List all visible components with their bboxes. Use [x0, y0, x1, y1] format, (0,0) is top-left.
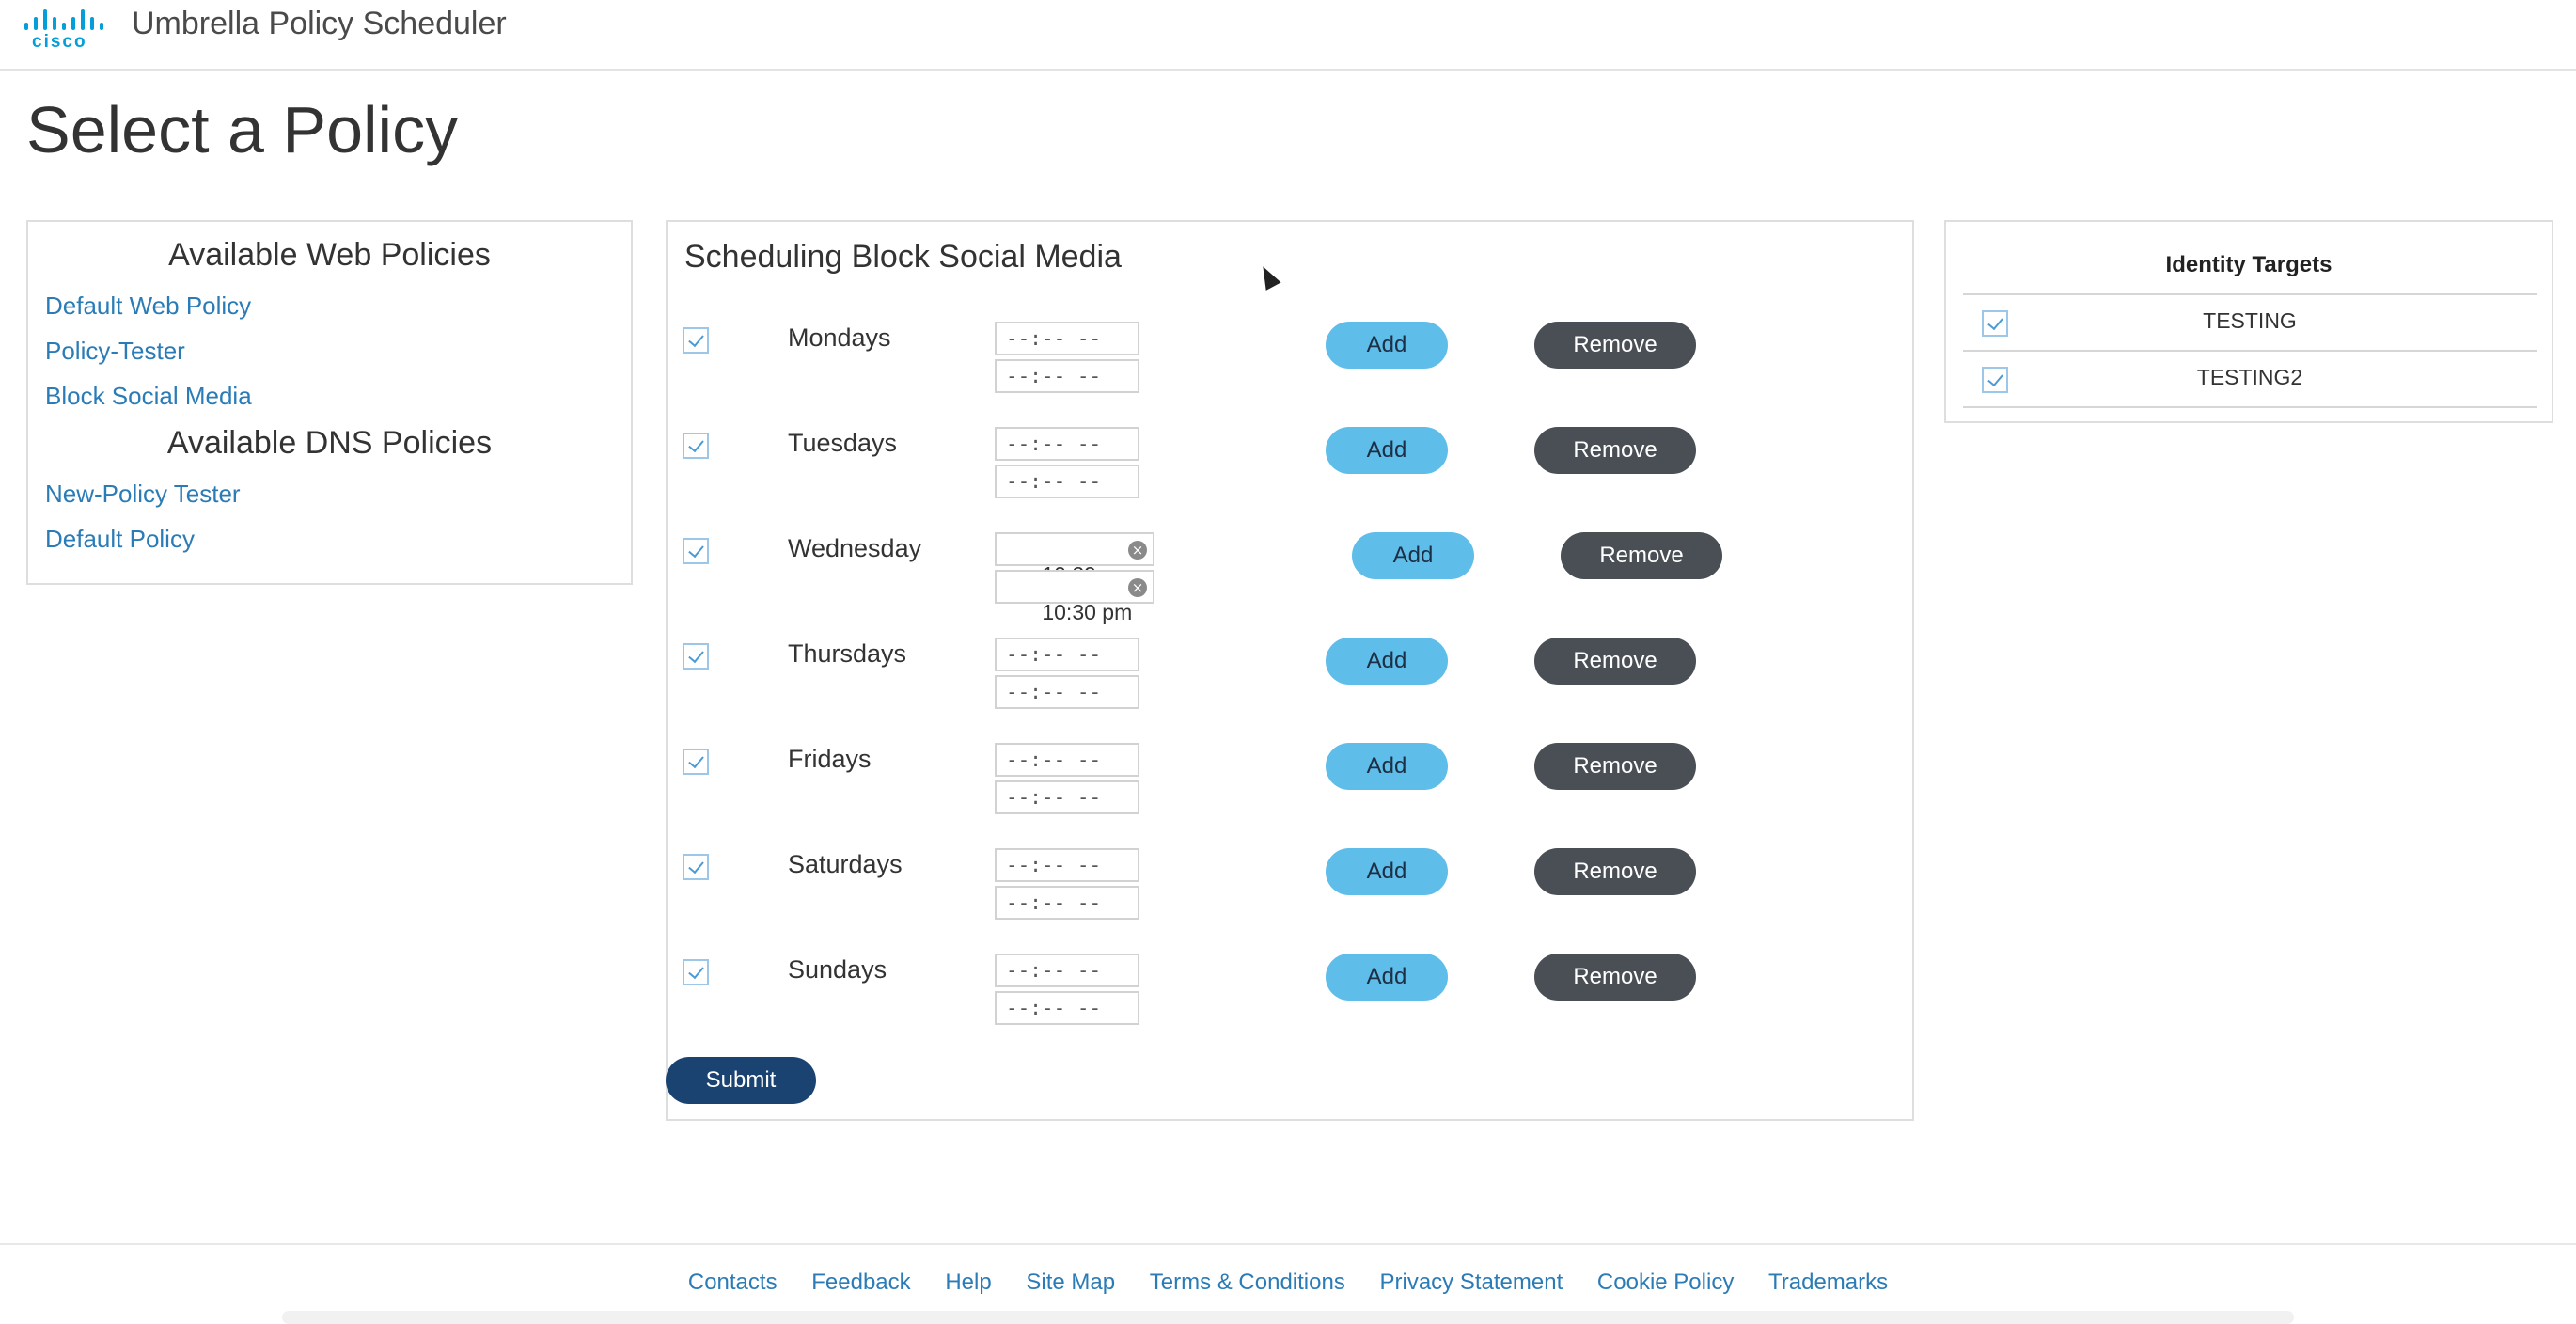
cisco-wordmark: cisco	[32, 32, 87, 52]
end-time-input-monday[interactable]: --:-- --	[995, 359, 1139, 393]
day-row-tuesday: Tuesdays --:-- -- --:-- -- Add Remove	[668, 427, 1912, 530]
remove-button-tuesday[interactable]: Remove	[1534, 427, 1696, 474]
available-policies-panel: Available Web Policies Default Web Polic…	[26, 220, 633, 585]
end-time-input-saturday[interactable]: --:-- --	[995, 886, 1139, 920]
identity-divider	[1963, 406, 2537, 408]
add-button-saturday[interactable]: Add	[1326, 848, 1448, 895]
identity-row-testing: TESTING	[1963, 295, 2537, 350]
day-row-friday: Fridays --:-- -- --:-- -- Add Remove	[668, 743, 1912, 846]
day-checkbox-monday[interactable]	[683, 327, 709, 354]
day-checkbox-tuesday[interactable]	[683, 433, 709, 459]
identity-name-testing: TESTING	[2203, 308, 2297, 333]
cisco-logo[interactable]: cisco	[24, 8, 105, 52]
identity-row-testing2: TESTING2	[1963, 352, 2537, 406]
day-row-monday: Mondays --:-- -- --:-- -- Add Remove	[668, 322, 1912, 425]
footer-link-feedback[interactable]: Feedback	[811, 1269, 910, 1295]
scheduler-panel: Scheduling Block Social Media Mondays --…	[666, 220, 1914, 1121]
day-label-friday: Fridays	[788, 745, 872, 773]
policy-link-policy-tester[interactable]: Policy-Tester	[45, 337, 185, 366]
footer-links: Contacts Feedback Help Site Map Terms & …	[0, 1269, 2576, 1296]
page-footer: Contacts Feedback Help Site Map Terms & …	[0, 1243, 2576, 1324]
remove-button-friday[interactable]: Remove	[1534, 743, 1696, 790]
cisco-logo-bars-icon	[24, 8, 105, 30]
clear-icon[interactable]: ×	[1128, 541, 1147, 560]
dns-policies-heading: Available DNS Policies	[166, 425, 493, 461]
app-title: Umbrella Policy Scheduler	[132, 6, 507, 41]
day-row-saturday: Saturdays --:-- -- --:-- -- Add Remove	[668, 848, 1912, 952]
remove-button-wednesday[interactable]: Remove	[1561, 532, 1722, 579]
policy-link-default-policy[interactable]: Default Policy	[45, 525, 195, 554]
day-label-sunday: Sundays	[788, 955, 887, 984]
add-button-thursday[interactable]: Add	[1326, 638, 1448, 685]
day-checkbox-sunday[interactable]	[683, 959, 709, 985]
footer-link-help[interactable]: Help	[945, 1269, 991, 1295]
web-policies-heading: Available Web Policies	[168, 237, 491, 273]
identity-targets-panel: Identity Targets TESTING TESTING2	[1944, 220, 2553, 423]
policy-link-default-web[interactable]: Default Web Policy	[45, 292, 251, 321]
footer-link-terms[interactable]: Terms & Conditions	[1150, 1269, 1345, 1295]
day-label-thursday: Thursdays	[788, 639, 907, 668]
start-time-input-thursday[interactable]: --:-- --	[995, 638, 1139, 671]
end-time-input-tuesday[interactable]: --:-- --	[995, 465, 1139, 498]
start-time-input-tuesday[interactable]: --:-- --	[995, 427, 1139, 461]
add-button-sunday[interactable]: Add	[1326, 954, 1448, 1001]
day-checkbox-wednesday[interactable]	[683, 538, 709, 564]
end-time-input-thursday[interactable]: --:-- --	[995, 675, 1139, 709]
identity-targets-heading: Identity Targets	[2165, 252, 2333, 277]
remove-button-sunday[interactable]: Remove	[1534, 954, 1696, 1001]
footer-link-privacy[interactable]: Privacy Statement	[1380, 1269, 1563, 1295]
footer-shadow	[282, 1311, 2294, 1324]
add-button-friday[interactable]: Add	[1326, 743, 1448, 790]
policy-link-new-policy-tester[interactable]: New-Policy Tester	[45, 480, 241, 509]
end-time-input-friday[interactable]: --:-- --	[995, 780, 1139, 814]
scheduler-title: Scheduling Block Social Media	[684, 239, 1122, 275]
day-row-thursday: Thursdays --:-- -- --:-- -- Add Remove	[668, 638, 1912, 741]
day-label-wednesday: Wednesday	[788, 534, 922, 562]
day-label-monday: Mondays	[788, 323, 891, 352]
start-time-input-saturday[interactable]: --:-- --	[995, 848, 1139, 882]
policy-link-block-social-media[interactable]: Block Social Media	[45, 382, 252, 411]
end-time-input-sunday[interactable]: --:-- --	[995, 991, 1139, 1025]
add-button-tuesday[interactable]: Add	[1326, 427, 1448, 474]
start-time-input-friday[interactable]: --:-- --	[995, 743, 1139, 777]
identity-name-testing2: TESTING2	[2196, 365, 2303, 389]
remove-button-saturday[interactable]: Remove	[1534, 848, 1696, 895]
add-button-wednesday[interactable]: Add	[1352, 532, 1474, 579]
day-row-sunday: Sundays --:-- -- --:-- -- Add Remove	[668, 954, 1912, 1057]
submit-button[interactable]: Submit	[666, 1057, 816, 1104]
footer-link-site-map[interactable]: Site Map	[1026, 1269, 1115, 1295]
day-checkbox-friday[interactable]	[683, 749, 709, 775]
day-checkbox-saturday[interactable]	[683, 854, 709, 880]
day-row-wednesday: Wednesday 10:29 pm × 10:30 pm × Add Remo…	[668, 532, 1912, 636]
footer-link-cookie-policy[interactable]: Cookie Policy	[1597, 1269, 1734, 1295]
end-time-input-wednesday[interactable]: 10:30 pm ×	[995, 570, 1154, 624]
day-label-saturday: Saturdays	[788, 850, 903, 878]
day-label-tuesday: Tuesdays	[788, 429, 898, 457]
footer-link-contacts[interactable]: Contacts	[688, 1269, 778, 1295]
remove-button-thursday[interactable]: Remove	[1534, 638, 1696, 685]
add-button-monday[interactable]: Add	[1326, 322, 1448, 369]
page-title: Select a Policy	[26, 93, 459, 166]
app-header: cisco Umbrella Policy Scheduler	[0, 0, 2576, 71]
remove-button-monday[interactable]: Remove	[1534, 322, 1696, 369]
clear-icon[interactable]: ×	[1128, 578, 1147, 597]
start-time-input-sunday[interactable]: --:-- --	[995, 954, 1139, 987]
day-checkbox-thursday[interactable]	[683, 643, 709, 670]
end-time-value-wednesday: 10:30 pm	[1042, 600, 1133, 624]
footer-link-trademarks[interactable]: Trademarks	[1768, 1269, 1888, 1295]
start-time-input-monday[interactable]: --:-- --	[995, 322, 1139, 355]
start-time-input-wednesday[interactable]: 10:29 pm ×	[995, 532, 1154, 587]
